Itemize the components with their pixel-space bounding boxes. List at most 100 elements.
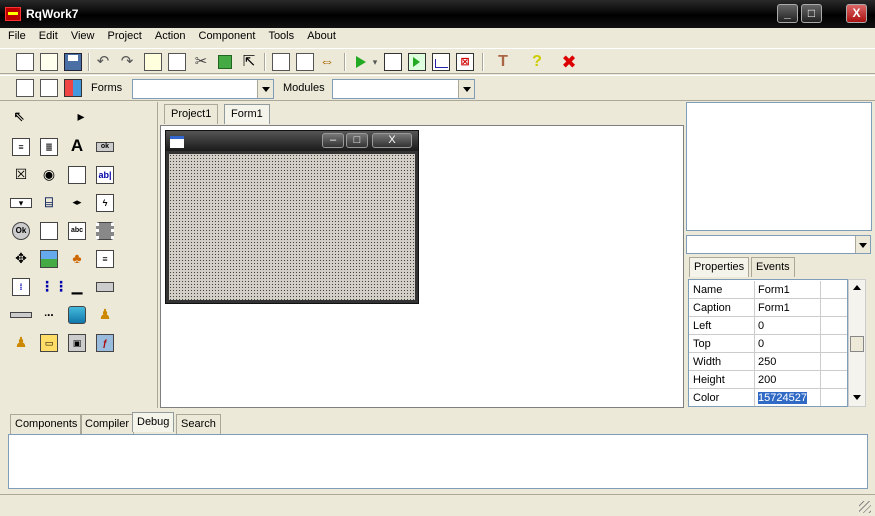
align-icon[interactable]: ⇔ [318, 53, 336, 71]
label-icon[interactable]: A [66, 136, 88, 158]
updown-icon[interactable]: ◂▸ [66, 192, 88, 214]
chart-icon[interactable] [432, 53, 450, 71]
select-icon[interactable]: ⇱ [240, 53, 258, 71]
form-title-bar[interactable]: – □ X [166, 131, 418, 151]
run-icon[interactable] [356, 56, 366, 68]
form-minimize-button[interactable]: – [322, 133, 344, 148]
lightning-icon[interactable]: ϟ [94, 192, 116, 214]
tab-form1[interactable]: Form1 [224, 104, 270, 124]
new-file-icon[interactable] [16, 53, 34, 71]
help-icon[interactable]: ? [528, 53, 546, 71]
minimize-button[interactable]: _ [777, 4, 798, 23]
run-dropdown-icon[interactable]: ▾ [366, 53, 384, 71]
find-icon[interactable] [272, 53, 290, 71]
panel-icon[interactable] [38, 220, 60, 242]
property-value[interactable]: 200 [755, 371, 821, 389]
redo-icon[interactable]: ↷ [118, 53, 136, 71]
menu-edit[interactable]: Edit [34, 28, 63, 44]
film-icon[interactable] [94, 220, 116, 242]
tab-properties[interactable]: Properties [689, 257, 750, 277]
form-preview-window[interactable]: – □ X [165, 130, 419, 304]
output-panel[interactable] [8, 434, 868, 489]
properties-scrollbar[interactable] [848, 279, 866, 407]
play-right-icon[interactable]: ▸ [70, 106, 92, 128]
property-row[interactable]: Height 200 [689, 371, 847, 389]
font-icon[interactable]: ƒ [94, 332, 116, 354]
edit-icon[interactable]: ab| [94, 164, 116, 186]
statusbar-icon[interactable] [10, 304, 32, 326]
form-maximize-button[interactable]: □ [346, 133, 368, 148]
form-designer[interactable]: – □ X [160, 125, 684, 408]
scroll-thumb[interactable] [850, 336, 864, 352]
scroll-up-icon[interactable] [853, 285, 861, 290]
figure-icon[interactable]: ♟ [94, 304, 116, 326]
resize-grip-icon[interactable] [859, 501, 871, 513]
groupbox-icon[interactable]: ⌸ [38, 192, 60, 214]
splitter-icon[interactable]: ✥ [10, 248, 32, 270]
figure2-icon[interactable]: ♟ [10, 332, 32, 354]
form-close-button[interactable]: X [372, 133, 412, 148]
menu-about[interactable]: About [302, 28, 341, 44]
open-file-icon[interactable] [40, 53, 58, 71]
menu-view[interactable]: View [66, 28, 100, 44]
undo-icon[interactable]: ↶ [94, 53, 112, 71]
tab-compiler[interactable]: Compiler [80, 414, 135, 434]
open-folder-icon[interactable]: ▭ [38, 332, 60, 354]
checkbox-icon[interactable]: ☒ [10, 164, 32, 186]
form-client-area[interactable] [169, 154, 415, 300]
exit-icon[interactable]: ✖ [560, 53, 578, 71]
grid-icon[interactable]: ⋮⋮ [38, 276, 68, 298]
ok-button-icon[interactable]: Ok [10, 220, 32, 242]
forms-combo[interactable] [132, 79, 274, 99]
gauge-icon[interactable]: .‥ [38, 304, 60, 326]
property-value[interactable]: 0 [755, 317, 821, 335]
dots-icon[interactable]: ⁞ [10, 276, 32, 298]
build-hammer-icon[interactable]: T [494, 53, 512, 71]
form-icon[interactable] [16, 79, 34, 97]
object-selector-combo[interactable] [686, 235, 871, 254]
listview-icon[interactable]: abc [66, 220, 88, 242]
document-icon[interactable]: ≡ [94, 248, 116, 270]
chevron-down-icon[interactable] [257, 80, 273, 98]
popup-menu-icon[interactable]: ≣ [38, 136, 60, 158]
property-value[interactable]: 250 [755, 353, 821, 371]
property-row-selected[interactable]: Color 15724527 [689, 389, 847, 406]
main-menu-icon[interactable]: ≡ [10, 136, 32, 158]
tab-components[interactable]: Components [10, 414, 83, 434]
tab-project1[interactable]: Project1 [164, 104, 219, 124]
cylinder-icon[interactable] [66, 304, 88, 326]
toggle-view-icon[interactable] [64, 79, 82, 97]
property-row[interactable]: Name Form1 [689, 281, 847, 299]
object-tree-panel[interactable] [686, 102, 872, 231]
pointer-icon[interactable]: ⇖ [8, 106, 30, 128]
chevron-down-icon[interactable] [458, 80, 474, 98]
property-value[interactable]: 15724527 [755, 389, 821, 406]
close-button[interactable]: X [846, 4, 867, 23]
menu-project[interactable]: Project [103, 28, 147, 44]
module-icon[interactable] [40, 79, 58, 97]
chevron-down-icon[interactable] [855, 236, 870, 253]
property-value[interactable]: Form1 [755, 299, 821, 317]
image-icon[interactable] [38, 248, 60, 270]
stop-icon[interactable] [384, 53, 402, 71]
button-icon[interactable]: ok [94, 136, 116, 158]
copy-icon[interactable] [168, 53, 186, 71]
delete-icon[interactable] [218, 55, 232, 69]
property-value[interactable]: Form1 [755, 281, 821, 299]
menu-action[interactable]: Action [150, 28, 191, 44]
progressbar-icon[interactable] [94, 276, 116, 298]
menu-component[interactable]: Component [194, 28, 261, 44]
tab-debug[interactable]: Debug [132, 412, 175, 432]
property-row[interactable]: Left 0 [689, 317, 847, 335]
radio-icon[interactable]: ◉ [38, 164, 60, 186]
paint-icon[interactable]: ♣ [66, 248, 88, 270]
find-next-icon[interactable] [296, 53, 314, 71]
property-row[interactable]: Caption Form1 [689, 299, 847, 317]
new-form-icon[interactable] [144, 53, 162, 71]
property-row[interactable]: Top 0 [689, 335, 847, 353]
save-icon[interactable] [64, 53, 82, 71]
save-disk-icon[interactable]: ▣ [66, 332, 88, 354]
menu-file[interactable]: File [0, 28, 31, 44]
modules-combo[interactable] [332, 79, 475, 99]
step-icon[interactable] [408, 53, 426, 71]
